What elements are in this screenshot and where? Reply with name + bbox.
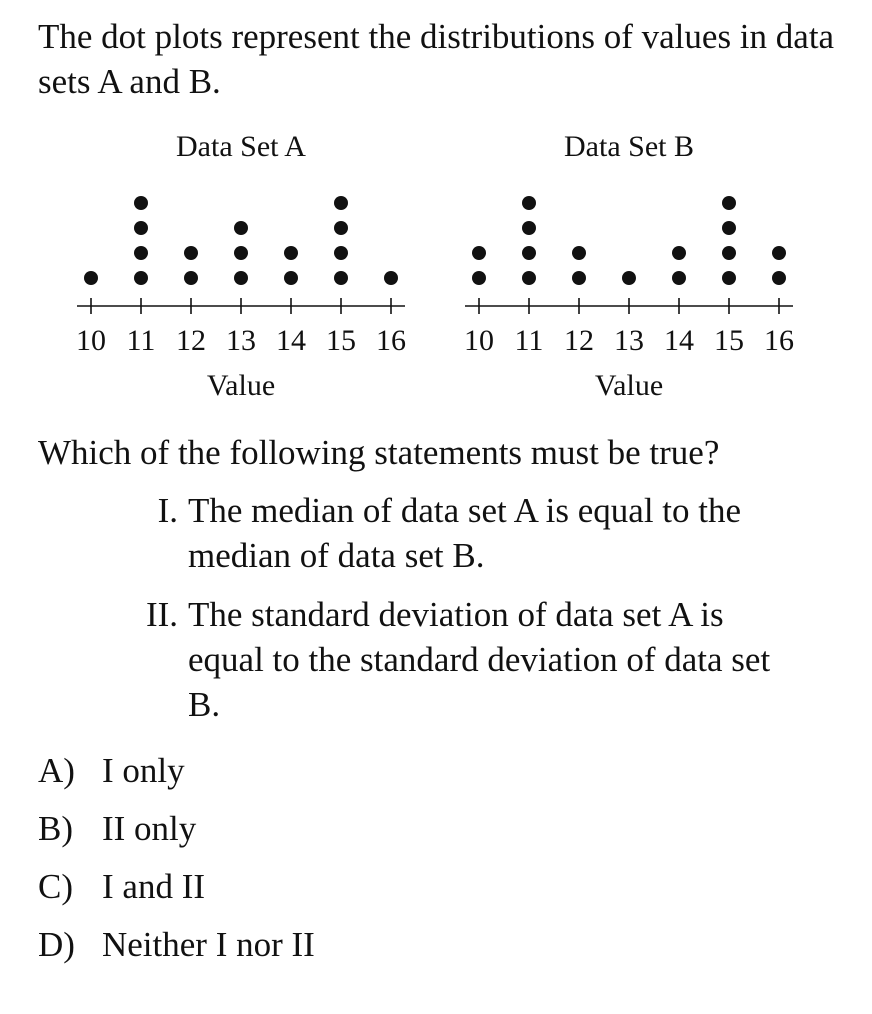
data-dot [472, 271, 486, 285]
data-dot [722, 271, 736, 285]
statement-numeral: II. [145, 595, 178, 634]
tick-label: 15 [714, 324, 744, 357]
choice-b[interactable]: B) II only [38, 806, 196, 851]
data-dot [384, 271, 398, 285]
statement-text: The median of data set A is equal to the… [188, 491, 742, 575]
data-dot [672, 271, 686, 285]
data-dot [134, 271, 148, 285]
tick-label: 13 [614, 324, 644, 357]
question-prompt: Which of the following statements must b… [38, 433, 720, 472]
tick-label: 11 [515, 324, 544, 357]
data-dot [572, 246, 586, 260]
data-dot [234, 246, 248, 260]
choice-text: Neither I nor II [102, 925, 315, 964]
data-dot [522, 196, 536, 210]
data-dot [472, 246, 486, 260]
tick-label: 12 [564, 324, 594, 357]
tick-label: 15 [326, 324, 356, 357]
data-dot [622, 271, 636, 285]
tick-label: 16 [376, 324, 406, 357]
tick-label: 10 [76, 324, 106, 357]
tick-label: 16 [764, 324, 794, 357]
choice-a[interactable]: A) I only [38, 748, 185, 793]
data-dot [522, 246, 536, 260]
data-dot [234, 221, 248, 235]
tick-label: 13 [226, 324, 256, 357]
data-dot [334, 221, 348, 235]
question-stem: The dot plots represent the distribution… [38, 17, 835, 101]
tick-label: 14 [664, 324, 694, 357]
choice-letter: B) [38, 809, 73, 848]
data-dot [722, 246, 736, 260]
data-dot [284, 246, 298, 260]
tick-label: 14 [276, 324, 306, 357]
x-axis-label-a: Value [207, 369, 275, 402]
data-dot [234, 271, 248, 285]
dot-plots-svg: Data Set A Value 10 11 12 13 14 15 16 Data Set… [76, 130, 794, 402]
choice-letter: D) [38, 925, 75, 964]
tick-label: 10 [464, 324, 494, 357]
data-dot [772, 271, 786, 285]
choice-letter: C) [38, 867, 73, 906]
data-dot [572, 271, 586, 285]
data-dot [722, 221, 736, 235]
choice-text: I only [102, 751, 185, 790]
data-dot [134, 221, 148, 235]
data-dot [522, 221, 536, 235]
choice-text: II only [102, 809, 197, 848]
data-dot [334, 196, 348, 210]
choice-c[interactable]: C) I and II [38, 864, 205, 909]
dot-plots: Data Set A Value 10 11 12 13 14 15 16 Data Set… [0, 118, 872, 418]
plot-title-a: Data Set A [176, 130, 306, 163]
data-dot [84, 271, 98, 285]
statement-text: The standard deviation of data set A is … [188, 595, 771, 724]
data-dot [134, 246, 148, 260]
data-dot [184, 271, 198, 285]
tick-label: 11 [127, 324, 156, 357]
data-dot [334, 246, 348, 260]
choice-letter: A) [38, 751, 75, 790]
data-dot [672, 246, 686, 260]
x-axis-label-b: Value [595, 369, 663, 402]
data-dot [184, 246, 198, 260]
dot-plot-b: Data Set B Value 10 11 12 13 14 15 16 [464, 130, 794, 402]
dot-plot-a: Data Set A Value 10 11 12 13 14 15 16 [76, 130, 406, 402]
data-dot [334, 271, 348, 285]
plot-title-b: Data Set B [564, 130, 694, 163]
choice-d[interactable]: D) Neither I nor II [38, 922, 315, 967]
data-dot [522, 271, 536, 285]
data-dot [772, 246, 786, 260]
data-dot [722, 196, 736, 210]
choice-text: I and II [102, 867, 206, 906]
tick-label: 12 [176, 324, 206, 357]
data-dot [284, 271, 298, 285]
statement-numeral: I. [157, 491, 178, 530]
data-dot [134, 196, 148, 210]
